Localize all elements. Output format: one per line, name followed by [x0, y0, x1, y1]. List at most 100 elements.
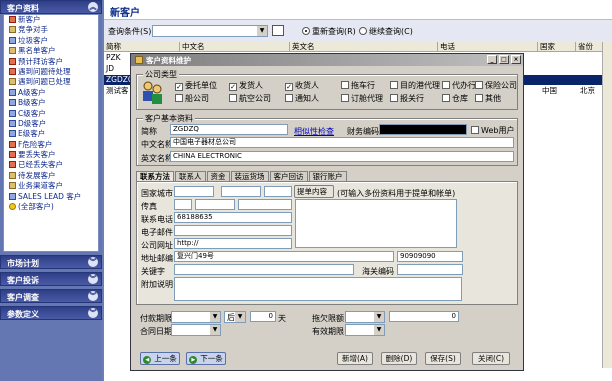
chevron-down-icon[interactable]: ︾: [88, 257, 98, 267]
next-record-button[interactable]: ▶ 下一条: [186, 352, 226, 365]
chevron-down-icon[interactable]: ▼: [374, 325, 384, 335]
company-type-checkbox[interactable]: 船公司: [175, 93, 209, 104]
sidebar-item[interactable]: 黑名单客户: [4, 46, 98, 56]
keyword-field[interactable]: [174, 264, 354, 275]
sidebar-item[interactable]: D级客户: [4, 119, 98, 129]
checkbox-icon[interactable]: [229, 94, 237, 102]
sidebar-section-market[interactable]: 市场计划 ︾: [0, 255, 102, 269]
company-type-checkbox[interactable]: 代办行: [442, 80, 476, 91]
district-field[interactable]: [264, 186, 292, 197]
close-icon[interactable]: ×: [511, 55, 521, 64]
short-name-field[interactable]: ZGDZQ: [170, 124, 288, 135]
checkbox-icon[interactable]: [442, 81, 450, 89]
checkbox-icon[interactable]: [390, 94, 398, 102]
company-type-checkbox[interactable]: 通知人: [285, 93, 319, 104]
company-type-checkbox[interactable]: ✓ 收货人: [285, 80, 319, 91]
sidebar-item[interactable]: 业务渠道客户: [4, 181, 98, 191]
chevron-up-icon[interactable]: ︽: [88, 2, 98, 12]
phone-field[interactable]: 68188635: [174, 212, 292, 223]
query-combo[interactable]: ▼: [152, 25, 268, 37]
sidebar-section-complaint[interactable]: 客户投诉 ︾: [0, 272, 102, 286]
credit-limit-field[interactable]: 0: [389, 311, 459, 322]
sidebar-item[interactable]: 要丢失客户: [4, 150, 98, 160]
chevron-down-icon[interactable]: ︾: [88, 291, 98, 301]
payment-days-field[interactable]: 0: [250, 311, 276, 322]
cn-name-field[interactable]: 中国电子器材总公司: [170, 137, 514, 148]
checkbox-icon[interactable]: [341, 81, 349, 89]
lading-textarea[interactable]: [295, 199, 457, 248]
save-button[interactable]: 保存(S): [425, 352, 461, 365]
col-header-short[interactable]: 简称: [104, 42, 180, 52]
tab-contact[interactable]: 联系方法: [136, 171, 174, 181]
company-type-checkbox[interactable]: ✓ 委托单位: [175, 80, 217, 91]
chevron-down-icon[interactable]: ▼: [235, 312, 245, 322]
zipcode-field[interactable]: 90909090: [397, 251, 463, 262]
chevron-down-icon[interactable]: ▼: [374, 312, 384, 322]
tab-visits[interactable]: 客户回访: [269, 171, 308, 181]
radio-continue[interactable]: 继续查询(C): [359, 26, 413, 37]
sidebar-item[interactable]: A级客户: [4, 88, 98, 98]
col-header-country[interactable]: 国家: [538, 42, 576, 52]
company-type-checkbox[interactable]: 航空公司: [229, 93, 271, 104]
company-type-checkbox[interactable]: 其他: [475, 93, 501, 104]
chevron-down-icon[interactable]: ︾: [88, 274, 98, 284]
col-header-tel[interactable]: 电话: [438, 42, 538, 52]
company-type-checkbox[interactable]: ✓ 发货人: [229, 80, 263, 91]
company-type-checkbox[interactable]: 拖车行: [341, 80, 375, 91]
col-header-cn[interactable]: 中文名: [180, 42, 290, 52]
checkbox-icon[interactable]: [285, 94, 293, 102]
sidebar-item[interactable]: F危险客户: [4, 140, 98, 150]
close-button[interactable]: 关闭(C): [472, 352, 510, 365]
sidebar-item[interactable]: (全部客户): [4, 202, 98, 212]
maximize-icon[interactable]: □: [499, 55, 509, 64]
fax-area-field[interactable]: [174, 199, 192, 210]
notes-textarea[interactable]: [174, 277, 462, 301]
prev-record-button[interactable]: ◀ 上一条: [140, 352, 180, 365]
sidebar-section-survey[interactable]: 客户调查 ︾: [0, 289, 102, 303]
minimize-icon[interactable]: _: [487, 55, 497, 64]
tab-contacts[interactable]: 联系人: [175, 171, 206, 181]
checkbox-icon[interactable]: [442, 94, 450, 102]
sidebar-item[interactable]: 预计拜访客户: [4, 57, 98, 67]
checkbox-icon[interactable]: ✓: [285, 83, 293, 91]
new-button[interactable]: 新增(A): [337, 352, 373, 365]
sidebar-header-customer[interactable]: 客户资料 ︽: [0, 0, 102, 14]
sidebar-item[interactable]: E级客户: [4, 129, 98, 139]
checkbox-icon[interactable]: ✓: [175, 83, 183, 91]
sidebar-item[interactable]: B级客户: [4, 98, 98, 108]
city-field[interactable]: [221, 186, 261, 197]
valid-period-combo[interactable]: ▼: [345, 324, 385, 336]
checkbox-icon[interactable]: [390, 81, 398, 89]
radio-requery[interactable]: 重新查询(R): [302, 26, 356, 37]
sidebar-item[interactable]: 遇到问题待处理: [4, 67, 98, 77]
payment-after-combo[interactable]: 后 ▼: [224, 311, 246, 323]
chevron-down-icon[interactable]: ▼: [210, 325, 220, 335]
sidebar-item[interactable]: 待发展客户: [4, 171, 98, 181]
sidebar-item[interactable]: 垃圾客户: [4, 36, 98, 46]
company-type-checkbox[interactable]: 报关行: [390, 93, 424, 104]
chevron-down-icon[interactable]: ▼: [257, 26, 267, 36]
customs-code-field[interactable]: [397, 264, 463, 275]
email-field[interactable]: [174, 225, 292, 236]
vertical-scrollbar[interactable]: [602, 42, 612, 368]
checkbox-icon[interactable]: ✓: [229, 83, 237, 91]
sidebar-item[interactable]: 新客户: [4, 15, 98, 25]
country-field[interactable]: [174, 186, 214, 197]
tab-bank[interactable]: 银行账户: [308, 171, 347, 181]
fax-ext-field[interactable]: [238, 199, 292, 210]
tab-funds[interactable]: 资金: [206, 171, 230, 181]
sidebar-item[interactable]: 遇到问题已处理: [4, 77, 98, 87]
sidebar-item[interactable]: 竞争对手: [4, 25, 98, 35]
company-type-checkbox[interactable]: 目的港代理: [390, 80, 440, 91]
chevron-down-icon[interactable]: ︾: [88, 308, 98, 318]
similar-check-link[interactable]: 相似性检查: [294, 126, 334, 137]
payment-term-combo[interactable]: ▼: [171, 311, 221, 323]
contract-date-combo[interactable]: ▼: [171, 324, 221, 336]
checkbox-icon[interactable]: [341, 94, 349, 102]
fax-field[interactable]: [195, 199, 235, 210]
website-field[interactable]: http://: [174, 238, 292, 249]
finance-code-field[interactable]: [379, 124, 467, 135]
tab-yard[interactable]: 装运货场: [230, 171, 269, 181]
web-user-checkbox[interactable]: Web用户: [471, 125, 514, 136]
delete-button[interactable]: 删除(D): [381, 352, 417, 365]
